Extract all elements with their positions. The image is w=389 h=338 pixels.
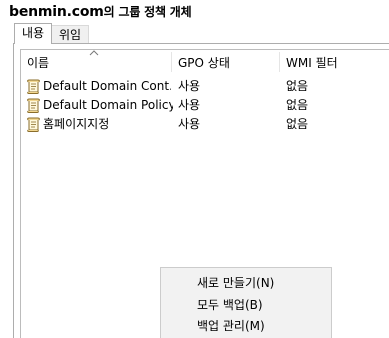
column-header-gpo-status-label: GPO 상태 — [178, 56, 230, 70]
row-wmi-filter: 없음 — [286, 79, 309, 93]
sort-ascending-icon — [89, 50, 99, 56]
row-gpo-status: 사용 — [178, 98, 201, 112]
tab-contents[interactable]: 내용 — [14, 23, 52, 44]
gpo-container-view: benmin.com의 그룹 정책 개체 내용 위임 이름 GPO 상태 WMI… — [0, 0, 389, 338]
menu-item-manage-backups[interactable]: 백업 관리(M) — [161, 316, 331, 336]
gpo-scroll-icon — [27, 79, 40, 94]
context-menu: 새로 만들기(N) 모두 백업(B) 백업 관리(M) — [160, 267, 332, 338]
row-name: Default Domain Policy — [43, 98, 173, 112]
row-wmi-filter: 없음 — [286, 117, 309, 131]
table-row[interactable]: Default Domain Policy 사용 없음 — [21, 96, 389, 115]
page-title: benmin.com의 그룹 정책 개체 — [9, 3, 192, 20]
column-header-name-label: 이름 — [27, 56, 50, 70]
column-header-wmi-filter[interactable]: WMI 필터 — [280, 50, 389, 73]
row-wmi-filter: 없음 — [286, 98, 309, 112]
row-gpo-status: 사용 — [178, 79, 201, 93]
column-header-wmi-filter-label: WMI 필터 — [286, 56, 338, 70]
table-row[interactable]: Default Domain Cont... 사용 없음 — [21, 77, 389, 96]
gpo-scroll-icon — [27, 98, 40, 113]
column-header-gpo-status[interactable]: GPO 상태 — [172, 50, 279, 73]
gpo-scroll-icon — [27, 117, 40, 132]
row-name: 홈페이지지정 — [43, 117, 110, 131]
row-gpo-status: 사용 — [178, 117, 201, 131]
page-title-domain: benmin.com — [9, 4, 104, 20]
table-row[interactable]: 홈페이지지정 사용 없음 — [21, 115, 389, 134]
menu-item-new[interactable]: 새로 만들기(N) — [161, 273, 331, 293]
list-header: 이름 GPO 상태 WMI 필터 — [21, 50, 389, 73]
row-name: Default Domain Cont... — [43, 79, 171, 93]
tab-delegation[interactable]: 위임 — [52, 25, 89, 43]
page-title-suffix: 의 그룹 정책 개체 — [103, 5, 192, 19]
menu-item-backup-all[interactable]: 모두 백업(B) — [161, 295, 331, 315]
